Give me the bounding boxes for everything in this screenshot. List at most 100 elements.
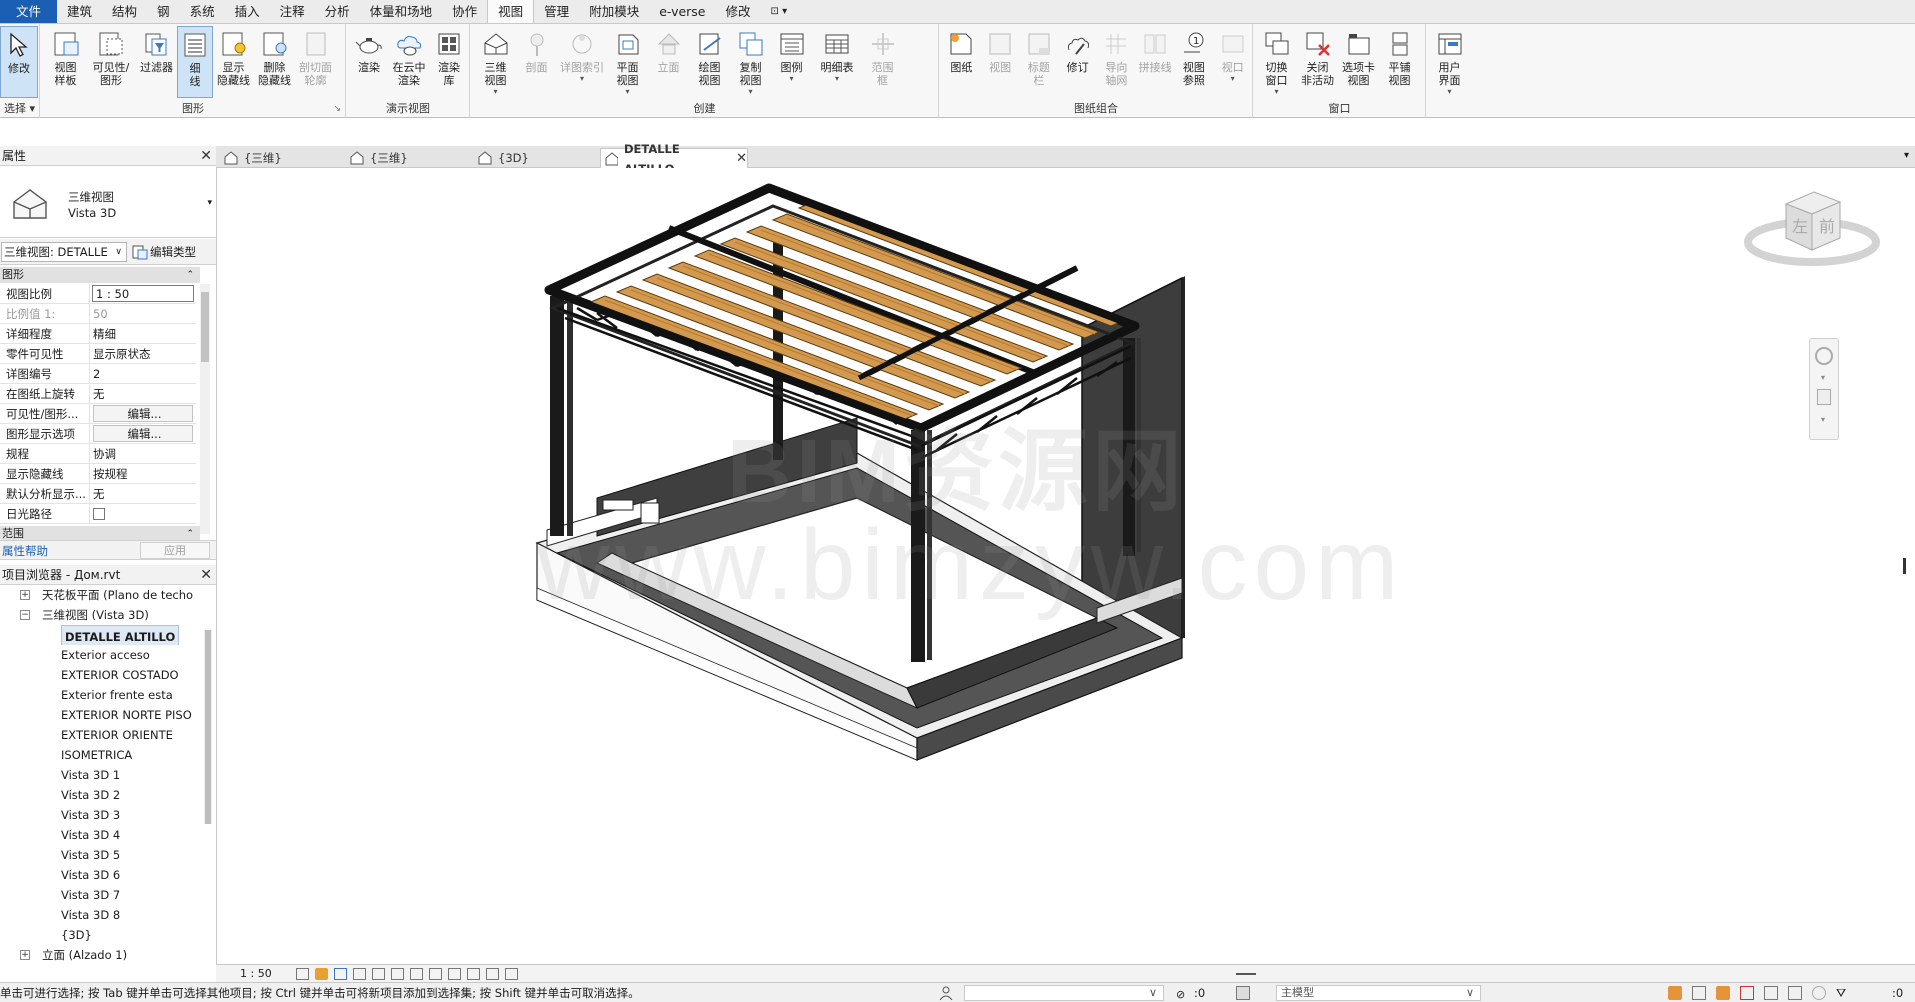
temporary-hide-icon[interactable]: [448, 968, 461, 980]
callout-button[interactable]: 详图索引 ▾: [557, 26, 607, 98]
workset-select[interactable]: ∨: [964, 985, 1164, 1001]
show-hidden-lines-button[interactable]: 显示 隐藏线: [213, 26, 254, 98]
tab-structure[interactable]: 结构: [102, 0, 147, 23]
tab-massing-site[interactable]: 体量和场地: [360, 0, 443, 23]
parts-visibility-field[interactable]: 显示原状态: [90, 344, 196, 363]
splitter-handle[interactable]: [1903, 558, 1906, 574]
drafting-view-button[interactable]: 绘图 视图: [689, 26, 730, 98]
browser-view-node[interactable]: Vista 3D 1: [0, 765, 204, 785]
sun-path-icon[interactable]: [334, 968, 347, 980]
browser-view-node[interactable]: Vista 3D 5: [0, 845, 204, 865]
steering-wheel-icon[interactable]: [1815, 347, 1833, 365]
view-reference-button[interactable]: 1 视图 参照: [1175, 26, 1214, 98]
expand-icon[interactable]: +: [20, 950, 30, 960]
design-options-icon[interactable]: [1236, 986, 1250, 1000]
detail-level-field[interactable]: 精细: [90, 324, 196, 343]
chevron-down-icon[interactable]: ▾: [207, 198, 212, 208]
show-hidden-lines-field[interactable]: 按规程: [90, 464, 196, 483]
render-in-cloud-button[interactable]: 在云中 渲染: [389, 26, 429, 98]
tab-modify[interactable]: 修改: [716, 0, 761, 23]
browser-view-node[interactable]: EXTERIOR ORIENTE: [0, 725, 204, 745]
legends-button[interactable]: 图例 ▾: [771, 26, 812, 98]
render-dialog-icon[interactable]: [372, 968, 385, 980]
view-tab-3d-2[interactable]: {三维}: [346, 148, 408, 168]
view-scale-input[interactable]: 1 : 50: [92, 285, 194, 302]
switch-windows-button[interactable]: 切换 窗口 ▾: [1256, 26, 1297, 98]
filters-button[interactable]: 过滤器: [136, 26, 177, 98]
revisions-button[interactable]: 修订: [1058, 26, 1097, 98]
discipline-field[interactable]: 协调: [90, 444, 196, 463]
crop-view-icon[interactable]: [391, 968, 404, 980]
graphic-display-edit-button[interactable]: 编辑...: [93, 425, 193, 442]
tab-file[interactable]: 文件: [0, 0, 58, 23]
elevation-button[interactable]: 立面: [648, 26, 689, 98]
select-pinned-icon[interactable]: [1716, 986, 1730, 1000]
viewcube[interactable]: 左 前: [1742, 180, 1882, 290]
scroll-indicator[interactable]: [1236, 973, 1256, 975]
detail-level-icon[interactable]: [296, 968, 309, 980]
view-tab-3d-default[interactable]: {3D}: [474, 148, 529, 168]
rotation-on-sheet-field[interactable]: 无: [90, 384, 196, 403]
sheet-button[interactable]: 图纸: [942, 26, 981, 98]
browser-group-node[interactable]: + 天花板平面 (Plano de techo: [0, 585, 204, 605]
section-graphics-header[interactable]: 图形 ⌃: [0, 267, 200, 283]
scrollbar-thumb[interactable]: [201, 292, 209, 362]
visibility-graphics-button[interactable]: 可见性/ 图形: [86, 26, 136, 98]
close-tab-icon[interactable]: ✕: [736, 149, 747, 169]
tab-insert[interactable]: 插入: [225, 0, 270, 23]
browser-group-node[interactable]: + 立面 (Alzado 1): [0, 945, 204, 965]
tab-view[interactable]: 视图: [487, 0, 535, 23]
guide-grid-button[interactable]: 导向 轴网: [1097, 26, 1136, 98]
render-button[interactable]: 渲染: [349, 26, 389, 98]
select-by-face-icon[interactable]: [1740, 986, 1754, 1000]
tab-addins[interactable]: 附加模块: [579, 0, 649, 23]
analysis-display-field[interactable]: 无: [90, 484, 196, 503]
expand-icon[interactable]: +: [20, 590, 30, 600]
visibility-graphics-edit-button[interactable]: 编辑...: [93, 405, 193, 422]
thin-lines-button[interactable]: 细 线: [177, 26, 213, 98]
apply-button[interactable]: 应用: [140, 542, 210, 559]
browser-scrollbar[interactable]: [204, 630, 212, 824]
design-option-select[interactable]: 主模型 ∨: [1276, 985, 1481, 1001]
tab-manage[interactable]: 管理: [534, 0, 579, 23]
browser-view-node[interactable]: Exterior acceso: [0, 645, 204, 665]
detail-number-field[interactable]: 2: [90, 364, 196, 383]
drawing-area[interactable]: BIM资源网 www.bimzyw.com 左 前 ▾ ▾: [216, 168, 1915, 964]
tab-analyze[interactable]: 分析: [315, 0, 360, 23]
tab-architecture[interactable]: 建筑: [57, 0, 102, 23]
zoom-icon[interactable]: [1817, 389, 1831, 405]
plan-views-button[interactable]: 平面 视图 ▾: [607, 26, 648, 98]
browser-view-node[interactable]: EXTERIOR COSTADO: [0, 665, 204, 685]
lock-view-icon[interactable]: [429, 968, 442, 980]
modify-button[interactable]: 修改: [0, 26, 38, 98]
filter-icon[interactable]: ⛛: [1836, 986, 1846, 1000]
background-process-icon[interactable]: [1788, 986, 1802, 1000]
browser-view-node[interactable]: Exterior frente esta: [0, 685, 204, 705]
select-underlay-icon[interactable]: [1692, 986, 1706, 1000]
shadows-icon[interactable]: [353, 968, 366, 980]
tab-overflow-menu[interactable]: ⊡ ▾: [761, 0, 798, 23]
workset-icon[interactable]: [938, 985, 954, 1001]
tab-views-button[interactable]: 选项卡 视图: [1338, 26, 1379, 98]
panel-select-label[interactable]: 选择 ▾: [0, 102, 39, 116]
dialog-launcher-icon[interactable]: ↘: [333, 102, 341, 116]
browser-view-node[interactable]: EXTERIOR NORTE PISO: [0, 705, 204, 725]
visual-style-icon[interactable]: [315, 968, 328, 980]
viewports-button[interactable]: 视口 ▾: [1213, 26, 1252, 98]
close-icon[interactable]: ✕: [200, 146, 212, 166]
view-tab-3d-1[interactable]: {三维}: [220, 148, 282, 168]
cut-profile-button[interactable]: 剖切面 轮廓: [295, 26, 336, 98]
scrollbar-thumb[interactable]: [205, 630, 211, 824]
scope-box-button[interactable]: 范围 框: [862, 26, 903, 98]
sun-path-checkbox[interactable]: [93, 508, 105, 520]
browser-view-node[interactable]: ISOMETRICA: [0, 745, 204, 765]
duplicate-view-button[interactable]: 复制 视图 ▾: [730, 26, 771, 98]
highlight-displacement-icon[interactable]: [505, 968, 518, 980]
properties-scrollbar[interactable]: [200, 284, 210, 534]
browser-view-node[interactable]: Vista 3D 4: [0, 825, 204, 845]
section-button[interactable]: 剖面: [516, 26, 557, 98]
analytical-model-icon[interactable]: [486, 968, 499, 980]
title-block-button[interactable]: 标题 栏: [1020, 26, 1059, 98]
browser-view-node[interactable]: Vista 3D 2: [0, 785, 204, 805]
matchline-button[interactable]: 拼接线: [1136, 26, 1175, 98]
